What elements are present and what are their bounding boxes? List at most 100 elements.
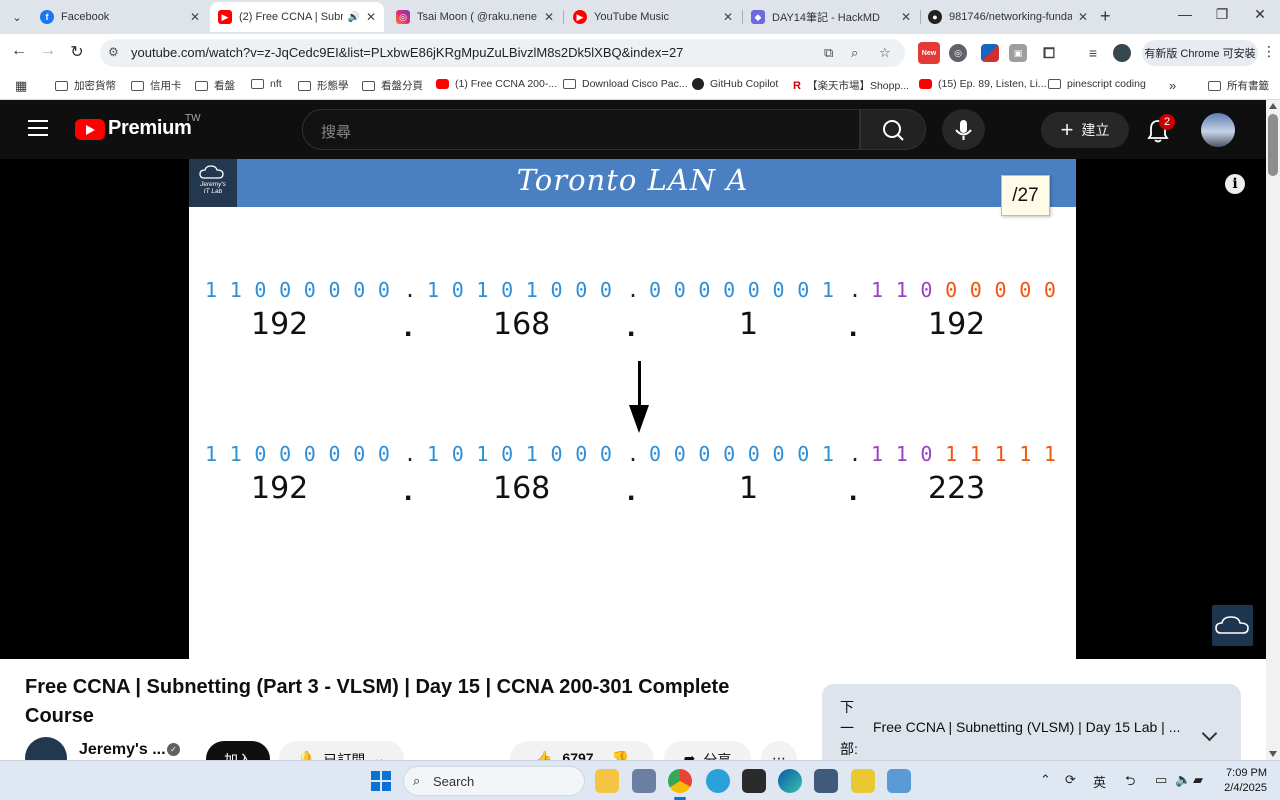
bookmark-folder[interactable]: pinescript coding (1048, 78, 1146, 90)
profile-avatar[interactable] (1113, 44, 1131, 62)
chrome-icon[interactable] (668, 769, 692, 793)
bookmark-folder[interactable]: 信用卡 (131, 78, 182, 93)
taskbar-search-box[interactable]: ⌕ Search (403, 766, 585, 796)
youtube-search-input[interactable]: 搜尋 (302, 109, 860, 150)
all-bookmarks-folder[interactable]: 所有書籤 (1208, 78, 1269, 93)
chrome-update-button[interactable]: 有新版 Chrome 可安裝 (1142, 40, 1258, 66)
bit: 0 (279, 278, 292, 302)
video-player[interactable]: Jeremy's IT Lab Toronto LAN A /27 110000… (0, 159, 1266, 659)
tab-facebook[interactable]: f Facebook ✕ (32, 2, 208, 32)
youtube-logo-icon[interactable] (75, 119, 105, 140)
volume-icon[interactable]: 🔈 (1175, 772, 1191, 788)
bookmark-star-icon[interactable]: ☆ (879, 45, 891, 61)
tab-free-ccna[interactable]: ▶ (2) Free CCNA | Subnet 🔊 ✕ (210, 2, 384, 32)
calculator-icon[interactable] (814, 769, 838, 793)
rakuten-icon: R (793, 79, 801, 92)
close-window-icon[interactable]: ✕ (1245, 6, 1275, 23)
close-tab-icon[interactable]: ✕ (723, 10, 733, 24)
bit: 1 (871, 442, 884, 466)
bookmark-folder[interactable]: 形態學 (298, 78, 349, 93)
battery-icon[interactable]: ▰ (1193, 772, 1203, 788)
address-bar-url[interactable]: youtube.com/watch?v=z-JqCedc9EI&list=PLx… (131, 45, 683, 60)
bookmark-folder[interactable]: 看盤 (195, 78, 235, 93)
scroll-down-icon[interactable] (1269, 751, 1277, 757)
site-info-icon[interactable]: ⚙ (108, 45, 119, 59)
undo-icon[interactable]: ⮌ (1125, 772, 1135, 794)
hamburger-menu-icon[interactable] (28, 120, 48, 136)
bit: 0 (772, 442, 785, 466)
youtube-premium-logo-text[interactable]: Premium (108, 117, 192, 140)
back-arrow-icon[interactable]: ← (8, 42, 30, 60)
speaker-icon[interactable]: 🔊 (347, 12, 359, 23)
voice-search-button[interactable] (942, 109, 985, 150)
install-app-icon[interactable]: ⧉ (824, 45, 833, 61)
bookmark-link[interactable]: R 【楽天市場】Shopp... (793, 78, 909, 93)
app-icon[interactable] (632, 769, 656, 793)
minimize-icon[interactable]: — (1170, 6, 1200, 22)
info-icon[interactable]: i (1225, 174, 1245, 194)
bookmark-link[interactable]: Download Cisco Pac... (563, 78, 688, 90)
close-tab-icon[interactable]: ✕ (1078, 10, 1088, 24)
tray-overflow-chevron-icon[interactable]: ⌃ (1040, 772, 1051, 788)
media-controls-icon[interactable]: ≡ (1084, 44, 1102, 62)
sync-icon[interactable]: ⟳ (1065, 772, 1076, 788)
youtube-search-button[interactable] (860, 109, 926, 150)
bit: 0 (279, 442, 292, 466)
chevron-down-icon[interactable] (1201, 725, 1218, 742)
reload-icon[interactable]: ↻ (66, 42, 88, 62)
close-tab-icon[interactable]: ✕ (366, 10, 376, 24)
scrollbar-thumb[interactable] (1268, 114, 1278, 176)
sticky-notes-icon[interactable] (851, 769, 875, 793)
forward-arrow-icon[interactable]: → (37, 42, 59, 60)
next-video-title[interactable]: Free CCNA | Subnetting (VLSM) | Day 15 L… (873, 719, 1193, 735)
extension-new-icon[interactable]: New (918, 42, 940, 64)
bookmark-folder[interactable]: nft (251, 78, 282, 90)
bookmark-link[interactable]: GitHub Copilot (692, 78, 778, 90)
address-bar[interactable]: ⚙ youtube.com/watch?v=z-JqCedc9EI&list=P… (100, 39, 905, 67)
tab-github[interactable]: ● 981746/networking-funda ✕ (920, 2, 1096, 32)
extensions-puzzle-icon[interactable]: ⧠ (1040, 44, 1058, 62)
create-button[interactable]: + 建立 (1041, 112, 1129, 148)
chrome-menu-icon[interactable]: ⋮ (1262, 43, 1276, 60)
new-tab-plus-icon[interactable]: + (1100, 6, 1111, 27)
windows-start-icon[interactable] (371, 771, 391, 791)
taskbar-clock[interactable]: 7:09 PM 2/4/2025 (1213, 766, 1267, 796)
bookmark-link[interactable]: (15) Ep. 89, Listen, Li... (919, 78, 1047, 90)
bookmark-link[interactable]: (1) Free CCNA 200-... (436, 78, 557, 90)
bookmark-folder[interactable]: 看盤分頁 (362, 78, 423, 93)
user-avatar[interactable] (1201, 113, 1235, 147)
tab-hackmd[interactable]: ◆ DAY14筆記 - HackMD ✕ (743, 2, 919, 32)
zoom-icon[interactable]: ⌕ (851, 45, 858, 61)
terminal-icon[interactable] (742, 769, 766, 793)
channel-name[interactable]: Jeremy's ... (79, 741, 166, 759)
scroll-up-icon[interactable] (1269, 103, 1277, 109)
more-bookmarks-chevron-icon[interactable]: » (1169, 78, 1176, 93)
tab-youtube-music[interactable]: ▶ YouTube Music ✕ (565, 2, 741, 32)
decimal-separator-dot: . (627, 474, 636, 507)
close-tab-icon[interactable]: ✕ (901, 10, 911, 24)
network-icon[interactable]: ▭ (1155, 772, 1167, 788)
bookmark-folder[interactable]: 加密貨幣 (55, 78, 116, 93)
bit: 1 (945, 442, 958, 466)
restore-icon[interactable]: ❐ (1207, 6, 1237, 23)
bit: 1 (476, 442, 489, 466)
decimal-separator-dot: . (849, 474, 858, 507)
channel-watermark-logo[interactable] (1212, 605, 1253, 646)
extension-icon[interactable]: ◎ (949, 44, 967, 62)
bit: 0 (377, 442, 390, 466)
edge-icon[interactable] (778, 769, 802, 793)
extension-icon[interactable]: ▣ (1009, 44, 1027, 62)
tab-instagram[interactable]: ◎ Tsai Moon ( @raku.nene ) ✕ (388, 2, 562, 32)
notepad-icon[interactable] (887, 769, 911, 793)
extension-icon[interactable] (981, 44, 999, 62)
file-explorer-icon[interactable] (595, 769, 619, 793)
close-tab-icon[interactable]: ✕ (190, 10, 200, 24)
close-tab-icon[interactable]: ✕ (544, 10, 554, 24)
tab-search-chevron-icon[interactable]: ⌄ (6, 6, 28, 28)
apps-grid-icon[interactable]: ▦ (15, 78, 27, 94)
bit: 1 (895, 442, 908, 466)
page-scrollbar[interactable] (1266, 100, 1280, 760)
input-method-indicator[interactable]: 英 (1093, 772, 1106, 791)
telegram-icon[interactable] (706, 769, 730, 793)
tab-label: DAY14筆記 - HackMD (772, 12, 880, 24)
